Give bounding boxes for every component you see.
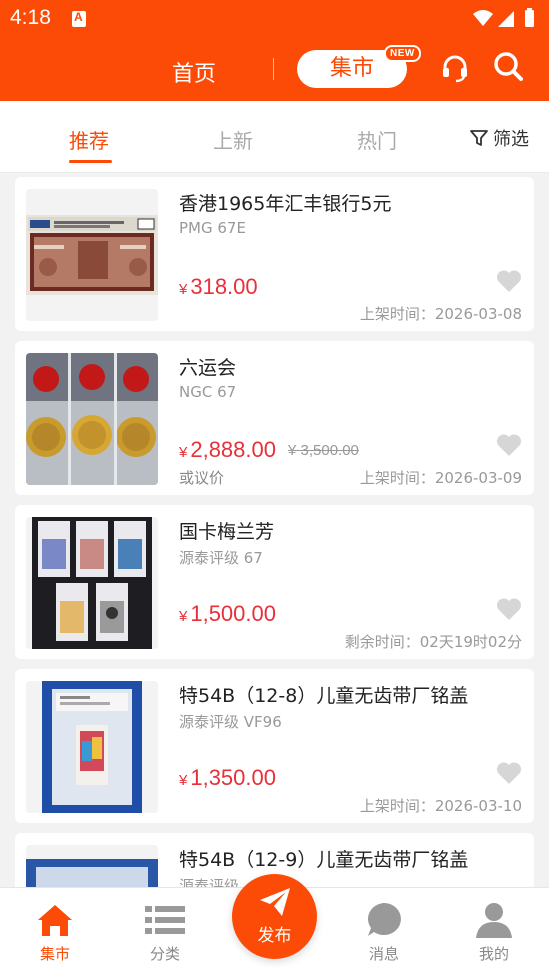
tabbar-mine[interactable]: 我的 [439, 888, 549, 976]
product-grade: NGC 67 [179, 383, 237, 401]
search-icon[interactable] [492, 50, 524, 82]
paper-plane-icon [260, 888, 290, 916]
filter-icon [470, 130, 488, 146]
category-tabs: 推荐 上新 热门 筛选 [0, 101, 549, 173]
filter-button[interactable]: 筛选 [469, 125, 529, 151]
original-price: ¥ 3,500.00 [288, 442, 359, 459]
product-image [26, 845, 158, 887]
product-title: 特54B（12-8）儿童无齿带厂铭盖 [179, 685, 469, 707]
product-price: ¥318.00 [179, 274, 258, 300]
product-image [26, 681, 158, 813]
system-status-icons [473, 8, 534, 27]
tabbar-label: 集市 [39, 945, 70, 963]
new-badge: NEW [384, 45, 421, 62]
notification-icon [72, 10, 86, 27]
product-card[interactable]: 六运会 NGC 67 ¥2,888.00 ¥ 3,500.00 或议价 上架时间… [15, 341, 534, 495]
active-tab-indicator [69, 160, 112, 163]
list-icon [145, 906, 185, 934]
product-grade: 源泰评级 [179, 877, 240, 887]
chat-bubble-icon [368, 903, 401, 936]
favorite-heart-icon[interactable] [496, 433, 522, 457]
currency-symbol: ¥ [179, 444, 188, 461]
listing-time: 上架时间：2026-03-09 [359, 469, 522, 487]
tabbar-category[interactable]: 分类 [110, 888, 220, 976]
top-nav: 首页 集市 NEW [0, 38, 549, 101]
product-price: ¥1,500.00 [179, 601, 276, 627]
favorite-heart-icon[interactable] [496, 761, 522, 785]
user-icon [476, 903, 512, 938]
publish-button[interactable]: 发布 [232, 874, 317, 959]
tab-recommended[interactable]: 推荐 [69, 125, 109, 154]
product-image [26, 353, 158, 485]
product-card[interactable]: 香港1965年汇丰银行5元 PMG 67E ¥318.00 上架时间：2026-… [15, 177, 534, 331]
listing-time: 上架时间：2026-03-10 [359, 797, 522, 815]
product-card[interactable]: 特54B（12-8）儿童无齿带厂铭盖 源泰评级 VF96 ¥1,350.00 上… [15, 669, 534, 823]
favorite-heart-icon[interactable] [496, 269, 522, 293]
product-image [26, 517, 158, 649]
home-icon [38, 905, 72, 936]
currency-symbol: ¥ [179, 608, 188, 625]
customer-service-icon[interactable] [439, 52, 471, 84]
product-title: 国卡梅兰芳 [179, 521, 275, 543]
tabbar-market[interactable]: 集市 [0, 888, 110, 976]
listing-time: 上架时间：2026-03-08 [359, 305, 522, 323]
tabbar-messages[interactable]: 消息 [329, 888, 439, 976]
price-value: 2,888.00 [190, 437, 276, 462]
publish-label: 发布 [257, 926, 292, 946]
tab-new[interactable]: 上新 [213, 125, 253, 154]
product-title: 特54B（12-9）儿童无齿带厂铭盖 [179, 849, 469, 871]
product-price: ¥2,888.00 [179, 437, 276, 463]
status-bar: 4:18 [0, 0, 549, 38]
nav-divider [273, 58, 274, 80]
price-value: 318.00 [190, 274, 258, 299]
negotiable-label: 或议价 [179, 469, 225, 487]
tabbar-label: 分类 [149, 945, 180, 963]
favorite-heart-icon[interactable] [496, 597, 522, 621]
tab-hot[interactable]: 热门 [357, 125, 397, 154]
product-image [26, 189, 158, 321]
product-title: 香港1965年汇丰银行5元 [179, 193, 392, 215]
filter-label: 筛选 [493, 129, 529, 150]
product-list: 香港1965年汇丰银行5元 PMG 67E ¥318.00 上架时间：2026-… [0, 173, 549, 887]
clock: 4:18 [10, 6, 51, 29]
product-grade: PMG 67E [179, 219, 246, 237]
currency-symbol: ¥ [179, 772, 188, 789]
product-grade: 源泰评级 VF96 [179, 713, 282, 731]
tabbar-label: 我的 [478, 945, 509, 963]
currency-symbol: ¥ [179, 281, 188, 298]
price-value: 1,500.00 [190, 601, 276, 626]
remaining-time: 剩余时间：02天19时02分 [344, 633, 522, 651]
product-title: 六运会 [179, 357, 237, 379]
nav-home-tab[interactable]: 首页 [172, 56, 216, 88]
product-price: ¥1,350.00 [179, 765, 276, 791]
product-grade: 源泰评级 67 [179, 549, 263, 567]
price-value: 1,350.00 [190, 765, 276, 790]
tabbar-label: 消息 [368, 945, 399, 963]
product-card[interactable]: 国卡梅兰芳 源泰评级 67 ¥1,500.00 剩余时间：02天19时02分 [15, 505, 534, 659]
